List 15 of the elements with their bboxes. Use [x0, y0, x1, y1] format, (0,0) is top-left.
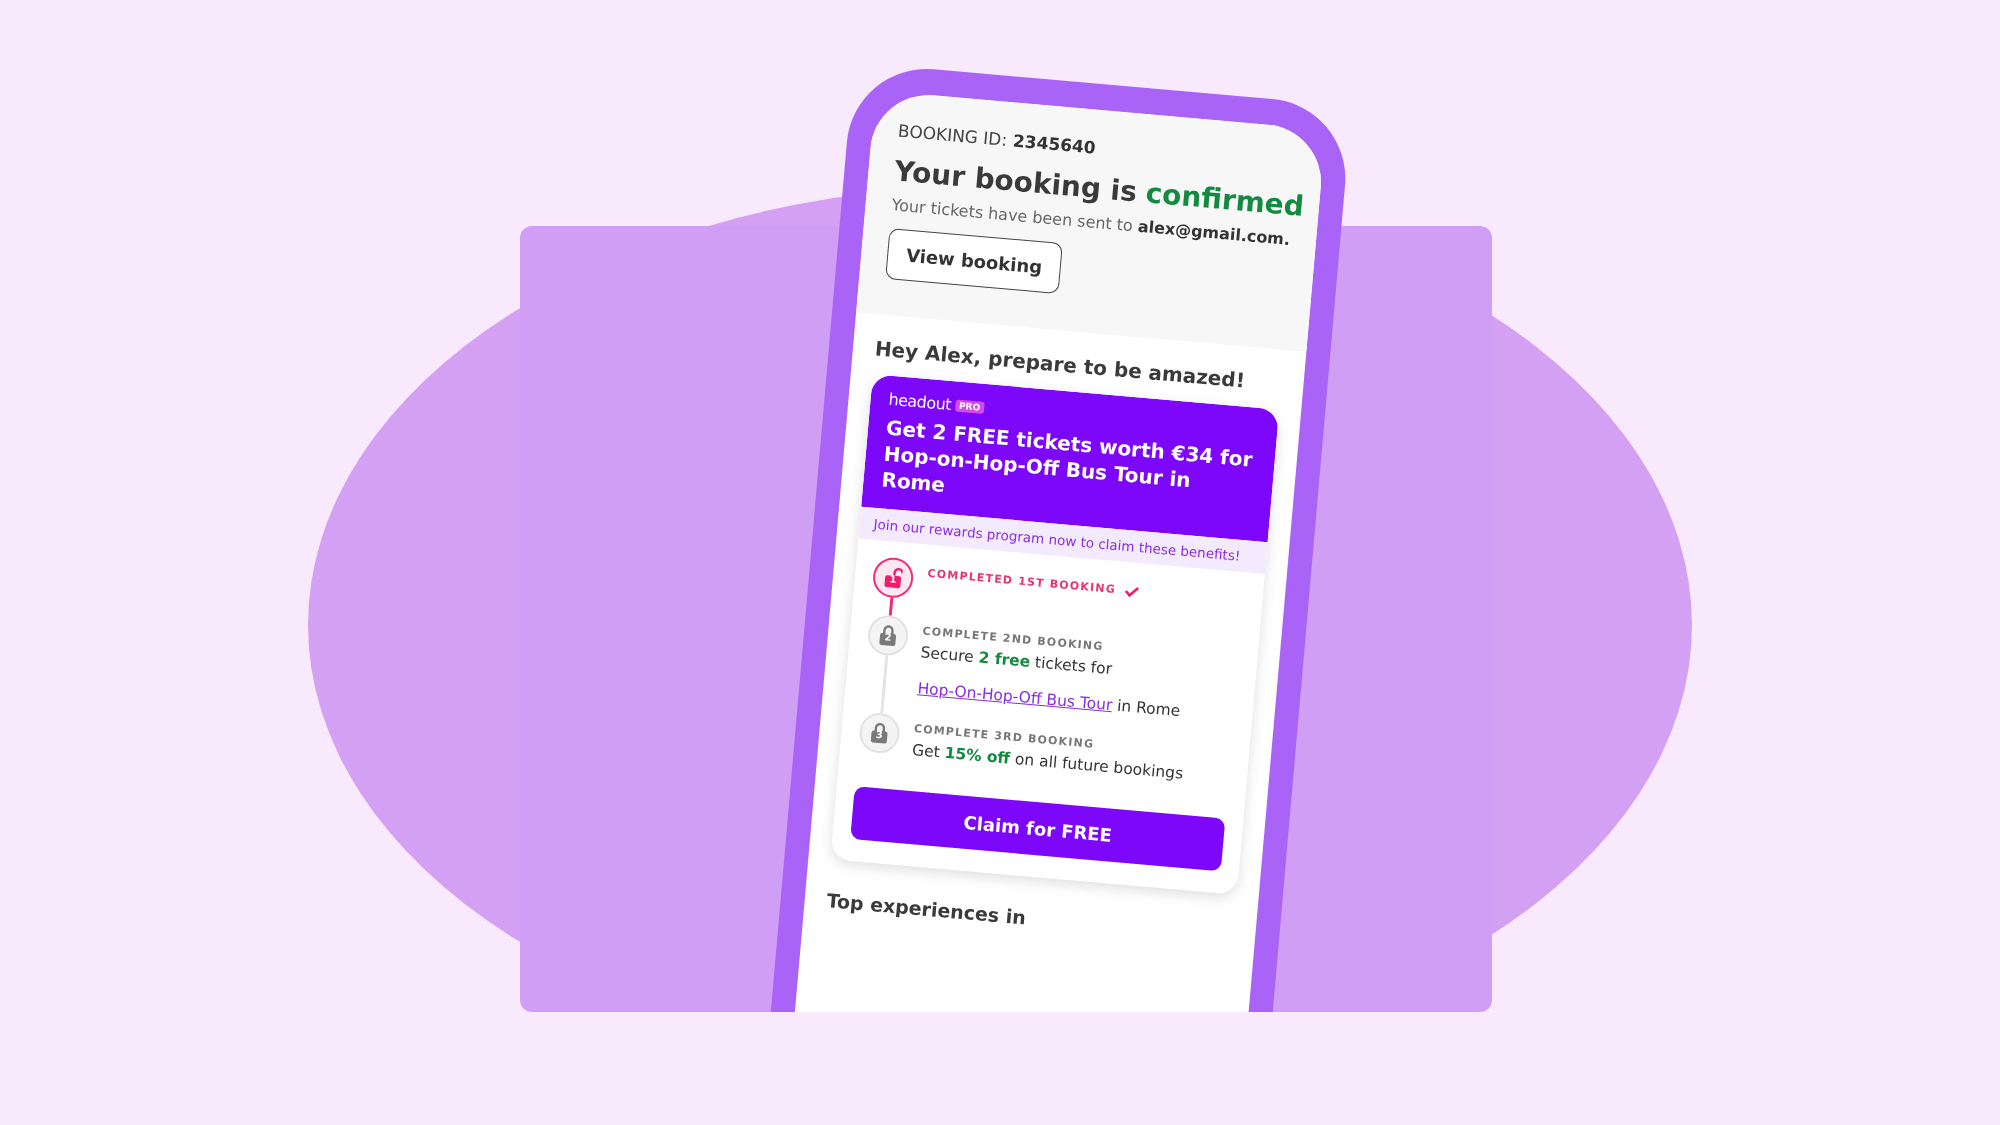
- pro-badge: PRO: [954, 398, 985, 414]
- check-icon: [1123, 584, 1141, 598]
- step-number: 2: [884, 632, 892, 643]
- step-number: 1: [889, 574, 897, 585]
- booking-id-label: BOOKING ID:: [897, 120, 1008, 150]
- section-heading: Top experiences in: [825, 889, 1028, 931]
- lock-icon: [878, 623, 898, 648]
- open-lock-icon: [883, 565, 904, 590]
- tour-link[interactable]: Hop-On-Hop-Off Bus Tour: [916, 678, 1114, 714]
- view-booking-button[interactable]: View booking: [885, 228, 1064, 295]
- promo-headline: Get 2 FREE tickets worth €34 for Hop-on-Hop-Off Bus Tour in Rome: [880, 414, 1255, 499]
- step-number: 3: [875, 730, 884, 741]
- booking-id-value: 2345640: [1012, 130, 1097, 158]
- claim-button[interactable]: Claim for FREE: [850, 786, 1226, 872]
- lock-icon: [869, 721, 890, 746]
